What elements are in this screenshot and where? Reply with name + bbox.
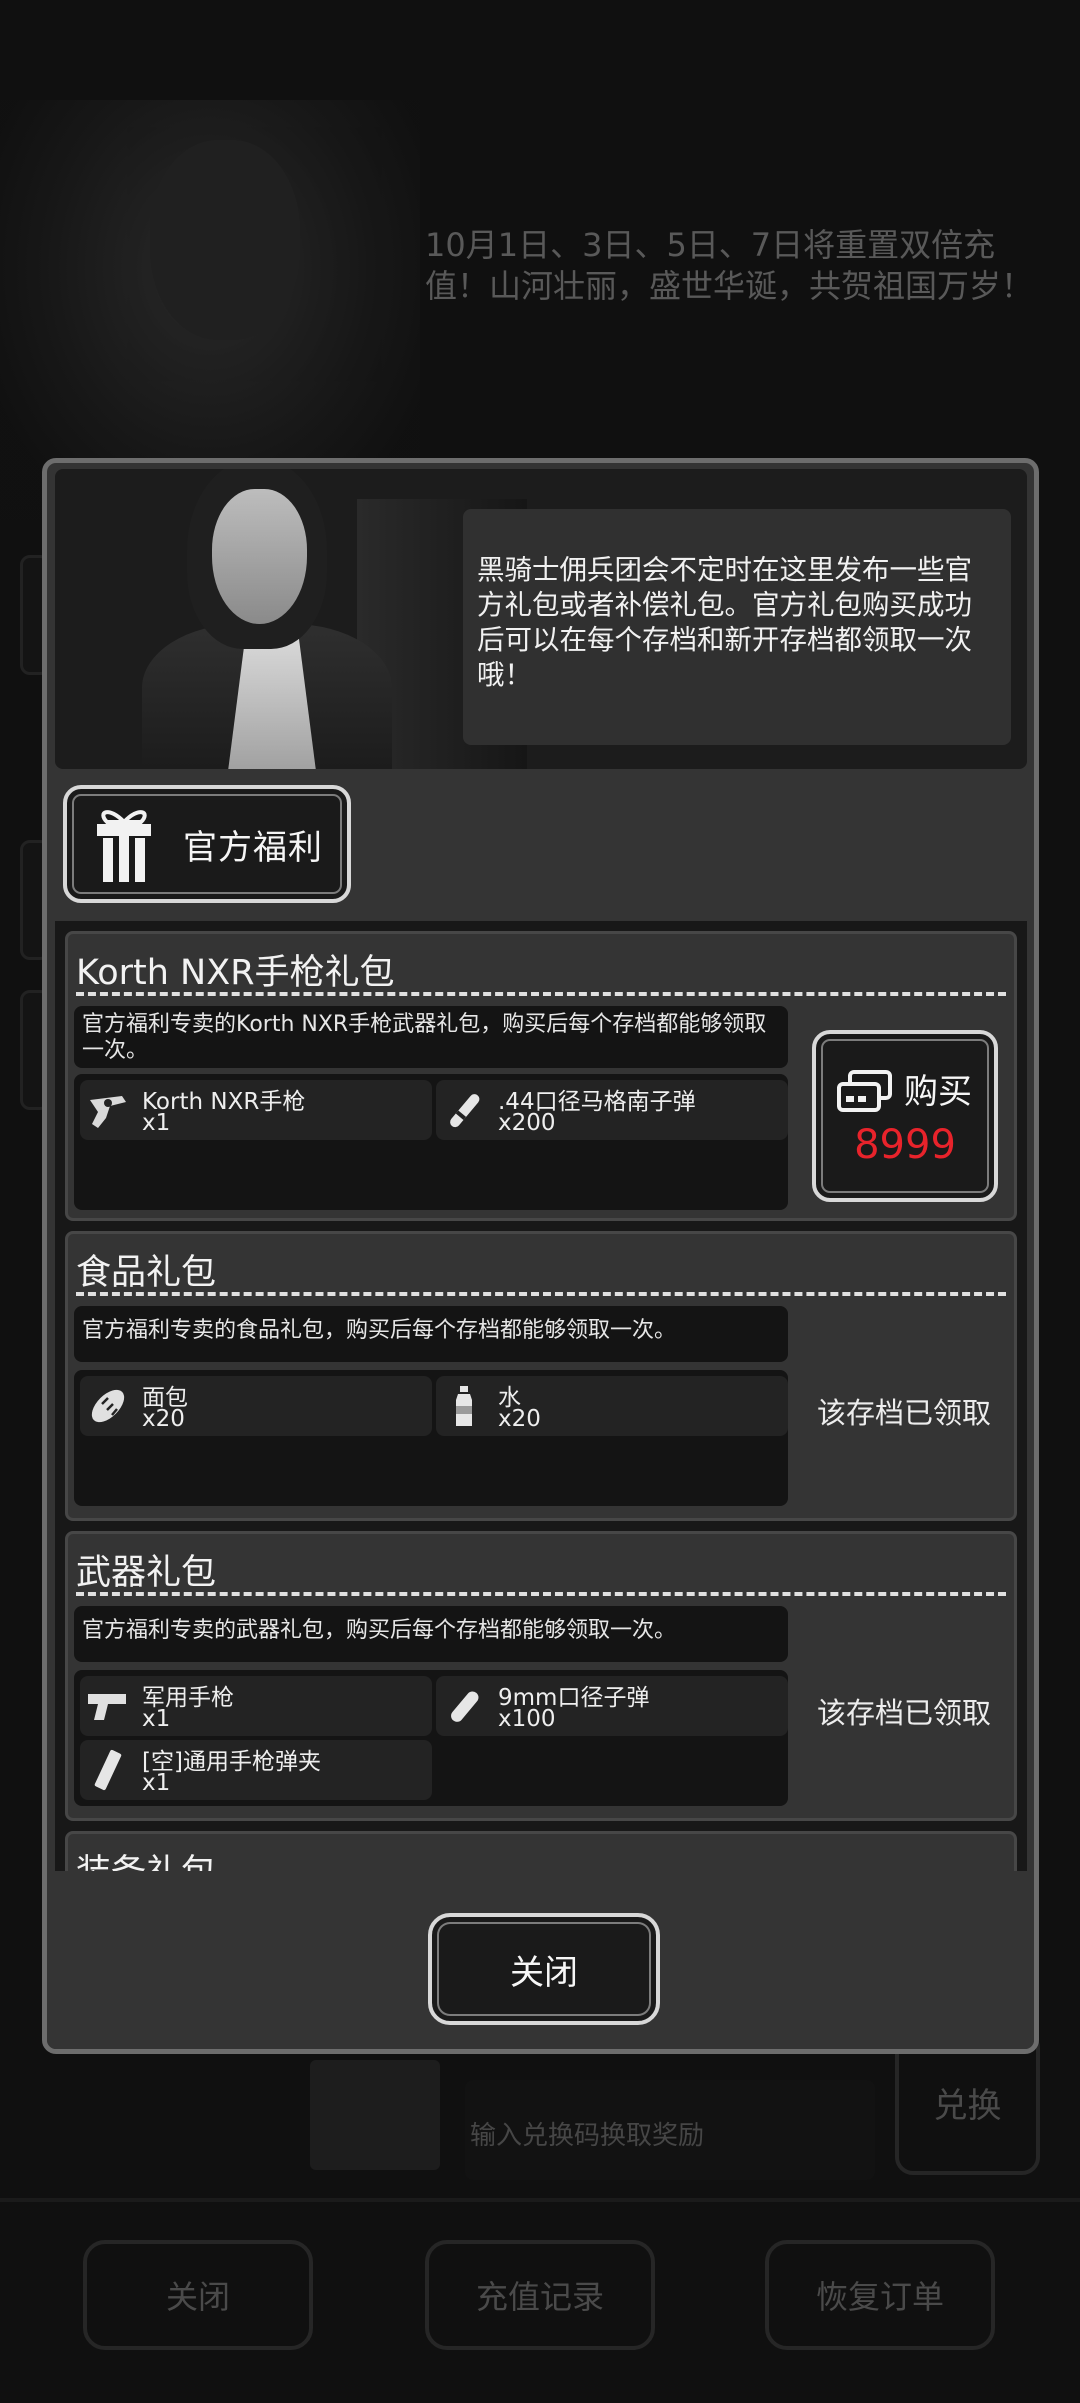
gift-icon [97, 810, 151, 882]
buy-label: 购买 [904, 1072, 972, 1112]
item-quantity: x1 [142, 1706, 171, 1732]
package-card: 食品礼包 官方福利专卖的食品礼包，购买后每个存档都能够领取一次。 面包 x20 [65, 1231, 1017, 1521]
item-slot[interactable]: [空]通用手枪弹夹 x1 [80, 1740, 432, 1800]
credit-card-icon [837, 1070, 892, 1112]
package-title: 食品礼包 [76, 1253, 217, 1293]
bullet-icon [450, 1094, 480, 1128]
scroll-icon [310, 2060, 440, 2170]
package-title: Korth NXR手枪礼包 [76, 953, 395, 993]
item-slot[interactable]: Korth NXR手枪 x1 [80, 1080, 432, 1140]
package-card: Korth NXR手枪礼包 官方福利专卖的Korth NXR手枪武器礼包，购买后… [65, 931, 1017, 1221]
dialog-header: 黑骑士佣兵团会不定时在这里发布一些官方礼包或者补偿礼包。官方礼包购买成功后可以在… [55, 469, 1027, 769]
buy-button[interactable]: 购买 8999 [812, 1030, 998, 1202]
tab-label: 官方福利 [183, 827, 323, 868]
item-slot[interactable]: 军用手枪 x1 [80, 1676, 432, 1736]
package-items: 面包 x20 水 x20 [74, 1370, 788, 1506]
package-description: 官方福利专卖的武器礼包，购买后每个存档都能够领取一次。 [74, 1606, 788, 1662]
item-quantity: x1 [142, 1770, 171, 1796]
package-description: 官方福利专卖的食品礼包，购买后每个存档都能够领取一次。 [74, 1306, 788, 1362]
recharge-history-button: 充值记录 [425, 2240, 655, 2350]
bread-icon [91, 1389, 125, 1423]
magazine-icon [94, 1749, 122, 1791]
item-quantity: x1 [142, 1110, 171, 1136]
price: 8999 [854, 1122, 956, 1168]
item-slot[interactable]: .44口径马格南子弹 x200 [436, 1080, 788, 1140]
package-list[interactable]: Korth NXR手枪礼包 官方福利专卖的Korth NXR手枪武器礼包，购买后… [55, 921, 1027, 1871]
divider [0, 2198, 1080, 2202]
redeem-placeholder: 输入兑换码换取奖励 [470, 2121, 705, 2151]
divider [76, 992, 1006, 996]
package-description: 官方福利专卖的Korth NXR手枪武器礼包，购买后每个存档都能够领取一次。 [74, 1006, 788, 1068]
water-bottle-icon [456, 1386, 472, 1426]
bg-close-button: 关闭 [83, 2240, 313, 2350]
revolver-icon [90, 1096, 126, 1128]
item-quantity: x20 [498, 1406, 541, 1432]
close-button[interactable]: 关闭 [428, 1913, 660, 2025]
restore-orders-button: 恢复订单 [765, 2240, 995, 2350]
claimed-status: 该存档已领取 [816, 1696, 991, 1730]
item-quantity: x100 [498, 1706, 556, 1732]
package-items: Korth NXR手枪 x1 .44口径马格南子弹 x200 [74, 1074, 788, 1210]
npc-portrait [127, 469, 527, 769]
item-quantity: x20 [142, 1406, 185, 1432]
announcement-text: 10月1日、3日、5日、7日将重置双倍充值！山河壮丽，盛世华诞，共贺祖国万岁！ [425, 226, 1034, 305]
divider [76, 1292, 1006, 1296]
npc-speech-text: 黑骑士佣兵团会不定时在这里发布一些官方礼包或者补偿礼包。官方礼包购买成功后可以在… [463, 509, 1011, 745]
package-title: 装备礼包 [76, 1844, 216, 1871]
item-slot[interactable]: 水 x20 [436, 1376, 788, 1436]
package-card: 武器礼包 官方福利专卖的武器礼包，购买后每个存档都能够领取一次。 军用手枪 x1… [65, 1531, 1017, 1821]
item-slot[interactable]: 9mm口径子弹 x100 [436, 1676, 788, 1736]
package-title: 武器礼包 [76, 1553, 217, 1593]
pistol-icon [88, 1694, 126, 1720]
divider [76, 1592, 1006, 1596]
bullet-icon [451, 1691, 479, 1722]
claimed-status: 该存档已领取 [816, 1396, 991, 1430]
official-benefits-dialog: 黑骑士佣兵团会不定时在这里发布一些官方礼包或者补偿礼包。官方礼包购买成功后可以在… [42, 458, 1039, 2054]
package-items: 军用手枪 x1 9mm口径子弹 x100 [空]通用手枪弹夹 x1 [74, 1670, 788, 1806]
item-quantity: x200 [498, 1110, 556, 1136]
item-slot[interactable]: 面包 x20 [80, 1376, 432, 1436]
package-card: 装备礼包 [65, 1831, 1017, 1871]
merchant-portrait [0, 100, 420, 520]
tab-official-benefits[interactable]: 官方福利 [63, 785, 351, 903]
